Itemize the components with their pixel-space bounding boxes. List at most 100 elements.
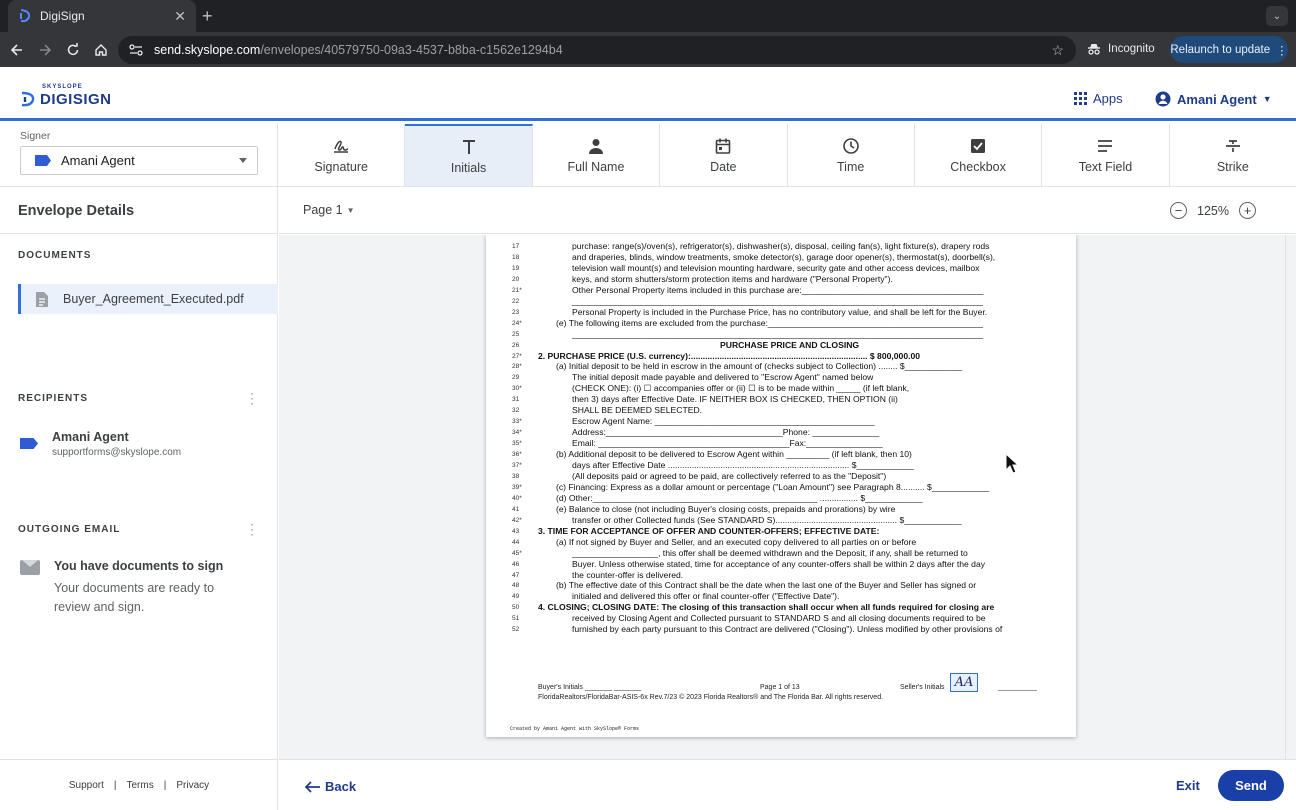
exit-button[interactable]: Exit bbox=[1176, 778, 1200, 793]
line-text: Other Personal Property items included i… bbox=[572, 284, 984, 295]
url-path: /envelopes/40579750-09a3-4537-b8ba-c1562… bbox=[260, 43, 563, 57]
relaunch-button[interactable]: Relaunch to update ⋮ bbox=[1170, 36, 1288, 63]
support-link[interactable]: Support bbox=[69, 780, 104, 791]
outgoing-email-header: OUTGOING EMAIL bbox=[18, 524, 121, 535]
privacy-link[interactable]: Privacy bbox=[176, 780, 209, 791]
new-tab-icon[interactable]: + bbox=[202, 7, 213, 25]
document-line: 50 4. CLOSING; CLOSING DATE: The closing … bbox=[506, 602, 1066, 613]
recipients-header: RECIPIENTS bbox=[18, 393, 89, 404]
line-text: (b) The effective date of this Contract … bbox=[556, 580, 977, 591]
initials-value: AA bbox=[954, 675, 974, 690]
page-select[interactable]: Page 1 ▼ bbox=[303, 203, 355, 217]
document-line: 41 (e) Balance to close (not including Bu… bbox=[506, 504, 1066, 515]
site-info-icon[interactable] bbox=[128, 43, 144, 57]
initials-field[interactable]: AA bbox=[950, 673, 978, 692]
footer-separator: | bbox=[163, 779, 167, 791]
send-button[interactable]: Send bbox=[1218, 770, 1284, 801]
page-of-label: Page 1 of 13 bbox=[760, 684, 800, 691]
sellers-initials-label: Seller's Initials bbox=[900, 684, 945, 691]
document-line: 34* Address:_____________________________… bbox=[506, 427, 1066, 438]
document-viewer[interactable]: 17 purchase: range(s)/oven(s), refrigerat… bbox=[279, 235, 1296, 759]
line-number: 45* bbox=[512, 549, 522, 557]
line-number: 23 bbox=[512, 308, 520, 316]
recipient-name: Amani Agent bbox=[52, 430, 129, 444]
browser-menu-icon: ⋮ bbox=[1276, 44, 1288, 57]
document-line: 40* (d) Other:___________________________… bbox=[506, 493, 1066, 504]
apps-label: Apps bbox=[1093, 91, 1123, 106]
line-text: Email: _________________________________… bbox=[572, 438, 883, 449]
close-tab-icon[interactable]: ✕ bbox=[174, 8, 186, 25]
incognito-indicator[interactable]: Incognito bbox=[1086, 38, 1155, 60]
calendar-icon bbox=[716, 138, 731, 154]
clock-icon bbox=[842, 137, 859, 154]
signer-select[interactable]: Amani Agent bbox=[20, 146, 258, 175]
line-text: transfer or other Collected funds (See S… bbox=[572, 514, 962, 525]
line-text: (a) If not signed by Buyer and Seller, a… bbox=[556, 536, 917, 547]
line-text: (d) Other:______________________________… bbox=[556, 492, 923, 503]
address-bar[interactable]: send.skyslope.com/envelopes/40579750-09a… bbox=[118, 36, 1076, 64]
user-menu[interactable]: Amani Agent ▼ bbox=[1155, 91, 1272, 107]
line-text: 2. PURCHASE PRICE (U.S. currency):......… bbox=[538, 350, 921, 361]
line-number: 36* bbox=[512, 451, 522, 459]
tab-search-icon[interactable]: ⌄ bbox=[1266, 6, 1288, 26]
form-id-line: FloridaRealtors/FloridaBar-ASIS-6x Rev.7… bbox=[538, 694, 884, 701]
document-line: 32 SHALL BE DEEMED SELECTED. bbox=[506, 405, 1066, 416]
browser-chrome: DigiSign ✕ + ⌄ send.skyslope.com/envelop… bbox=[0, 0, 1296, 67]
line-number: 42* bbox=[512, 516, 522, 524]
document-line: 36* (b) Additional deposit to be delivere… bbox=[506, 449, 1066, 460]
apps-grid-icon bbox=[1074, 92, 1087, 105]
tool-checkbox[interactable]: Checkbox bbox=[915, 124, 1043, 186]
forward-arrow-icon[interactable] bbox=[31, 36, 59, 64]
tool-full-name[interactable]: Full Name bbox=[533, 124, 661, 186]
browser-tab[interactable]: DigiSign ✕ bbox=[8, 0, 196, 32]
tool-time[interactable]: Time bbox=[788, 124, 915, 186]
document-line: 35* Email: ______________________________… bbox=[506, 438, 1066, 449]
digisign-logo-icon bbox=[21, 91, 35, 106]
document-line: 49 initialed and delivered this offer or … bbox=[506, 591, 1066, 602]
recipients-menu-icon[interactable]: ⋮ bbox=[245, 391, 259, 405]
tool-date[interactable]: Date bbox=[660, 124, 788, 186]
tool-text-field[interactable]: Text Field bbox=[1042, 124, 1170, 186]
tool-signature[interactable]: Signature bbox=[278, 124, 406, 186]
line-text: SHALL BE DEEMED SELECTED. bbox=[572, 405, 703, 416]
reload-icon[interactable] bbox=[59, 36, 87, 64]
document-page[interactable]: 17 purchase: range(s)/oven(s), refrigerat… bbox=[486, 235, 1076, 737]
viewer-scrollbar[interactable] bbox=[1285, 235, 1296, 759]
line-number: 46 bbox=[512, 560, 520, 568]
line-text: (e) Balance to close (not including Buye… bbox=[556, 503, 896, 514]
back-arrow-icon[interactable] bbox=[3, 36, 31, 64]
line-text: Escrow Agent Name: _____________________… bbox=[572, 416, 875, 427]
document-icon bbox=[36, 291, 48, 307]
terms-link[interactable]: Terms bbox=[127, 780, 154, 791]
created-by-line: Created by Amani Agent with SkySlope® Fo… bbox=[510, 726, 640, 732]
chevron-down-icon: ▼ bbox=[1262, 94, 1272, 104]
line-text: Address:________________________________… bbox=[572, 427, 880, 438]
document-name: Buyer_Agreement_Executed.pdf bbox=[63, 292, 244, 306]
outgoing-email-menu-icon[interactable]: ⋮ bbox=[245, 522, 259, 536]
line-number: 47 bbox=[512, 571, 520, 579]
zoom-out-icon[interactable]: − bbox=[1170, 202, 1188, 219]
document-line: 25 ______________________________________… bbox=[506, 329, 1066, 340]
incognito-label: Incognito bbox=[1108, 43, 1155, 55]
zoom-controls: − 125% + bbox=[1170, 202, 1256, 219]
home-icon[interactable] bbox=[87, 36, 115, 64]
line-text: Personal Property is included in the Pur… bbox=[572, 306, 988, 317]
document-line: 37* days after Effective Date ...........… bbox=[506, 460, 1066, 471]
digisign-favicon-icon bbox=[20, 9, 31, 23]
line-text: (CHECK ONE): (i) ☐ accompanies offer or … bbox=[572, 383, 910, 394]
bookmark-star-icon[interactable]: ☆ bbox=[1051, 42, 1064, 59]
line-text: furnished by each party pursuant to this… bbox=[572, 624, 1003, 635]
tool-strike[interactable]: Strike bbox=[1170, 124, 1296, 186]
line-number: 37* bbox=[512, 462, 522, 469]
zoom-in-icon[interactable]: + bbox=[1239, 202, 1256, 219]
tool-initials[interactable]: Initials bbox=[405, 124, 533, 186]
digisign-logo[interactable]: SKYSLOPE DIGISIGN bbox=[20, 84, 112, 108]
back-button[interactable]: Back bbox=[305, 779, 356, 794]
document-line: 46 Buyer. Unless otherwise stated, time f… bbox=[506, 559, 1066, 570]
line-number: 24* bbox=[512, 319, 522, 327]
document-item[interactable]: Buyer_Agreement_Executed.pdf bbox=[18, 284, 278, 314]
line-number: 31 bbox=[512, 396, 520, 404]
apps-menu[interactable]: Apps bbox=[1074, 91, 1123, 106]
document-line: 48 (b) The effective date of this Contrac… bbox=[506, 580, 1066, 591]
document-line: 27* 2. PURCHASE PRICE (U.S. currency):...… bbox=[506, 351, 1066, 362]
